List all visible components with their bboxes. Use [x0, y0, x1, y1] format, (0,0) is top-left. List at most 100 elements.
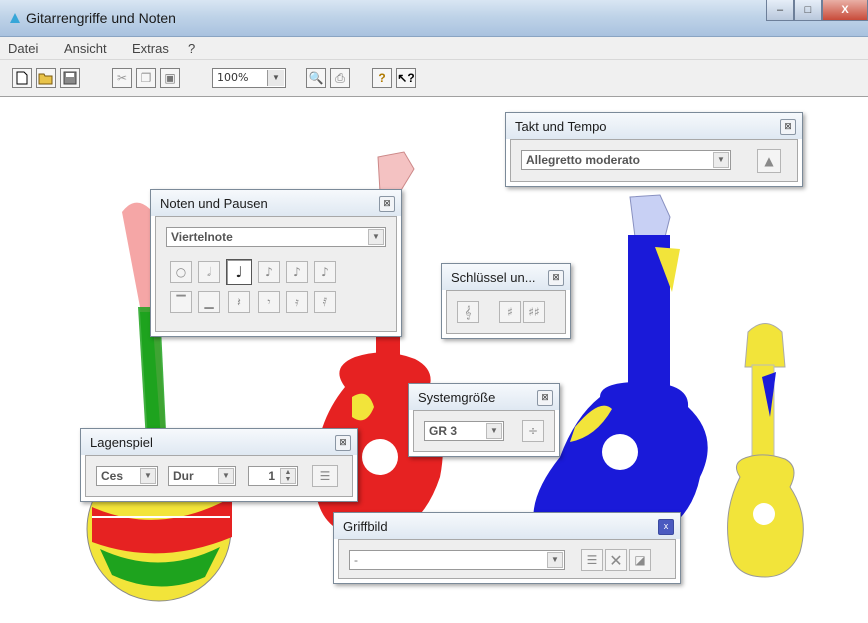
eighth-rest-button[interactable]: 𝄾 — [258, 291, 280, 313]
whole-rest-button[interactable]: ▔ — [170, 291, 192, 313]
half-rest-icon: ▁ — [204, 295, 214, 309]
chevron-down-icon[interactable]: ▼ — [267, 70, 284, 86]
mode-combobox[interactable]: Dur ▼ — [168, 466, 236, 486]
menu-help[interactable]: ? — [188, 41, 195, 56]
help-icon: ? — [378, 71, 386, 85]
lagenspiel-panel: Lagenspiel ⊠ Ces ▼ Dur ▼ 1 ▲ ▼ ☰ — [80, 428, 358, 502]
chord-combobox[interactable]: - ▼ — [349, 550, 565, 570]
yellow-ukulele-image — [727, 323, 804, 578]
half-rest-button[interactable]: ▁ — [198, 291, 220, 313]
chevron-down-icon[interactable]: ▼ — [486, 423, 502, 439]
app-icon — [10, 13, 20, 23]
panel-header[interactable]: Systemgröße ⊠ — [409, 384, 559, 410]
chevron-down-icon[interactable]: ▼ — [140, 468, 156, 484]
chevron-down-icon[interactable]: ▼ — [713, 152, 729, 168]
spacing-button[interactable]: ÷ — [522, 420, 544, 442]
maximize-button[interactable]: □ — [794, 0, 822, 21]
print-button[interactable]: ⎙ — [330, 68, 350, 88]
close-icon[interactable]: ⊠ — [335, 435, 351, 451]
key-signature-button[interactable]: ♯ — [499, 301, 521, 323]
eighth-rest-icon: 𝄾 — [267, 294, 271, 309]
systemgroesse-panel: Systemgröße ⊠ GR 3 ▼ ÷ — [408, 383, 560, 457]
menu-datei[interactable]: Datei — [8, 41, 38, 56]
paste-button[interactable]: ▣ — [160, 68, 180, 88]
sixteenth-rest-icon: 𝄿 — [295, 294, 299, 309]
close-button[interactable]: X — [822, 0, 868, 21]
sixteenth-rest-button[interactable]: 𝄿 — [286, 291, 308, 313]
chord-edit-button[interactable]: ◪ — [629, 549, 651, 571]
chevron-down-icon[interactable]: ▼ — [218, 468, 234, 484]
panel-body: Allegretto moderato ▼ ▲ — [510, 139, 798, 182]
panel-body: - ▼ ☰ ✕ ◪ — [338, 539, 676, 579]
close-icon[interactable]: ⊠ — [379, 196, 395, 212]
open-folder-icon — [38, 73, 53, 85]
panel-title: Noten und Pausen — [160, 196, 268, 211]
time-signature-icon: ♯♯ — [528, 305, 540, 319]
help-button[interactable]: ? — [372, 68, 392, 88]
key-combobox[interactable]: Ces ▼ — [96, 466, 158, 486]
note-type-combobox[interactable]: Viertelnote ▼ — [166, 227, 386, 247]
new-document-button[interactable] — [12, 68, 32, 88]
sixteenth-note-icon: ♪ — [293, 265, 301, 279]
whole-note-button[interactable]: ○ — [170, 261, 192, 283]
panel-header[interactable]: Takt und Tempo ⊠ — [506, 113, 802, 139]
eighth-note-button[interactable]: ♪ — [258, 261, 280, 283]
treble-clef-button[interactable]: 𝄞 — [457, 301, 479, 323]
chord-insert-button[interactable]: ☰ — [581, 549, 603, 571]
takt-tempo-panel: Takt und Tempo ⊠ Allegretto moderato ▼ ▲ — [505, 112, 803, 187]
half-note-button[interactable]: 𝅗𝅥 — [198, 261, 220, 283]
quarter-rest-button[interactable]: 𝄽 — [228, 291, 250, 313]
panel-header[interactable]: Schlüssel un... ⊠ — [442, 264, 570, 290]
save-button[interactable] — [60, 68, 80, 88]
print-preview-icon: 🔍 — [308, 71, 324, 85]
chord-value: - — [354, 553, 358, 567]
tempo-combobox[interactable]: Allegretto moderato ▼ — [521, 150, 731, 170]
sixteenth-note-button[interactable]: ♪ — [286, 261, 308, 283]
tempo-marker-button[interactable]: ▲ — [757, 149, 781, 173]
copy-icon: ❐ — [140, 71, 152, 85]
chevron-down-icon[interactable]: ▼ — [547, 552, 563, 568]
close-icon[interactable]: x — [658, 519, 674, 535]
panel-title: Griffbild — [343, 519, 388, 534]
panel-header[interactable]: Noten und Pausen ⊠ — [151, 190, 401, 216]
quarter-rest-icon: 𝄽 — [237, 294, 241, 309]
close-icon[interactable]: ⊠ — [548, 270, 564, 286]
close-icon[interactable]: ⊠ — [780, 119, 796, 135]
panel-body: Ces ▼ Dur ▼ 1 ▲ ▼ ☰ — [85, 455, 353, 497]
half-note-icon: 𝅗𝅥 — [207, 264, 211, 279]
copy-button[interactable]: ❐ — [136, 68, 156, 88]
chord-diagram-icon: ☰ — [586, 553, 598, 567]
position-apply-button[interactable]: ☰ — [312, 465, 338, 487]
panel-header[interactable]: Lagenspiel ⊠ — [81, 429, 357, 455]
context-help-button[interactable]: ↖? — [396, 68, 416, 88]
close-icon[interactable]: ⊠ — [537, 390, 553, 406]
print-preview-button[interactable]: 🔍 — [306, 68, 326, 88]
whole-rest-icon: ▔ — [176, 295, 186, 309]
panel-title: Takt und Tempo — [515, 119, 607, 134]
delete-icon: ✕ — [609, 550, 623, 570]
thirtysecond-rest-button[interactable]: 𝅀 — [314, 291, 336, 313]
panel-header[interactable]: Griffbild x — [334, 513, 680, 539]
chord-delete-button[interactable]: ✕ — [605, 549, 627, 571]
spacing-icon: ÷ — [527, 424, 539, 438]
system-size-combobox[interactable]: GR 3 ▼ — [424, 421, 504, 441]
menu-ansicht[interactable]: Ansicht — [64, 41, 107, 56]
quarter-note-button[interactable]: ♩ — [226, 259, 252, 285]
open-button[interactable] — [36, 68, 56, 88]
save-icon — [63, 71, 77, 85]
position-spinner[interactable]: 1 ▲ ▼ — [248, 466, 298, 486]
thirtysecond-rest-icon: 𝅀 — [322, 294, 328, 309]
system-size-value: GR 3 — [429, 424, 458, 438]
noten-pausen-panel: Noten und Pausen ⊠ Viertelnote ▼ ○ 𝅗𝅥 ♩ … — [150, 189, 402, 337]
cut-button[interactable]: ✂ — [112, 68, 132, 88]
menu-extras[interactable]: Extras — [132, 41, 169, 56]
time-signature-button[interactable]: ♯♯ — [523, 301, 545, 323]
edit-icon: ◪ — [634, 553, 646, 567]
chevron-down-icon[interactable]: ▼ — [368, 229, 384, 245]
spinner-arrows-icon[interactable]: ▲ ▼ — [280, 468, 296, 484]
zoom-combobox[interactable]: 100% ▼ — [212, 68, 286, 88]
window-controls: – □ X — [766, 0, 868, 22]
minimize-button[interactable]: – — [766, 0, 794, 21]
title-bar: Gitarrengriffe und Noten – □ X — [0, 0, 868, 37]
thirtysecond-note-button[interactable]: ♪ — [314, 261, 336, 283]
